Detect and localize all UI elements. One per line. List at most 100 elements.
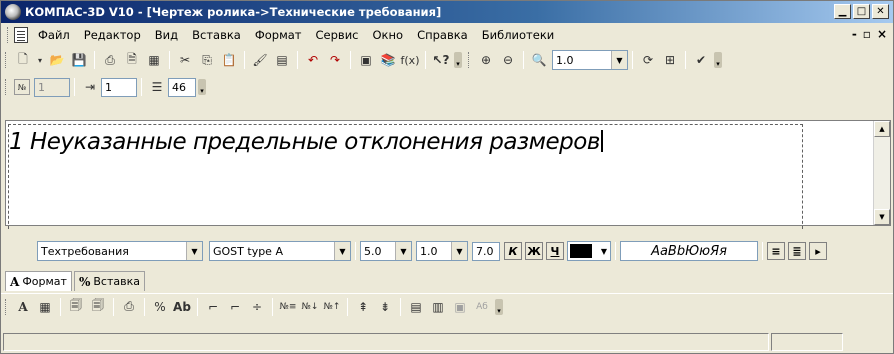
align-left-icon[interactable]: ≡ (767, 242, 785, 260)
lines-field[interactable]: 46 (168, 77, 196, 97)
toolbar-overflow-icon[interactable]: ▾ (198, 79, 206, 95)
text-editor[interactable]: 1 Неуказанные предельные отклонения разм… (5, 120, 891, 229)
menu-view[interactable]: Вид (155, 28, 178, 42)
toolbar-grip[interactable] (468, 52, 471, 68)
menu-window[interactable]: Окно (373, 28, 404, 42)
paste-icon[interactable]: 📋 (220, 51, 238, 69)
tab-insert[interactable]: % Вставка (73, 271, 145, 291)
indent-icon[interactable]: ⇥ (81, 78, 99, 96)
zoom-combo[interactable]: 1.0 ▼ (552, 50, 628, 70)
copy-icon[interactable]: ⎘ (198, 51, 216, 69)
line-spacing-icon[interactable]: ☰ (148, 78, 166, 96)
refresh-icon[interactable]: ⟳ (639, 51, 657, 69)
toolbar-overflow-icon[interactable]: ▾ (454, 52, 462, 68)
new-dropdown-icon[interactable]: ▾ (36, 51, 44, 69)
mdi-restore-button[interactable]: ▫ (863, 27, 871, 41)
title-bar[interactable]: КОМПАС-3D V10 - [Чертеж ролика->Техничес… (1, 1, 893, 23)
toolbar-grip[interactable] (5, 79, 8, 95)
align-more-icon[interactable]: ▸ (809, 242, 827, 260)
resize-grip-icon[interactable] (845, 333, 889, 351)
undo-icon[interactable]: ↶ (304, 51, 322, 69)
mdi-minimize-button[interactable]: - (852, 27, 857, 41)
mdi-close-button[interactable]: × (877, 27, 887, 41)
chevron-down-icon[interactable]: ▼ (334, 242, 350, 260)
properties-icon[interactable]: ▤ (273, 51, 291, 69)
menu-insert[interactable]: Вставка (192, 28, 241, 42)
font-combo[interactable]: GOST type A ▼ (209, 241, 351, 261)
library-icon[interactable]: 📚 (379, 51, 397, 69)
numbering-down-icon[interactable]: №↓ (301, 298, 319, 316)
underline-button[interactable]: Ч (546, 242, 564, 260)
stretch-combo[interactable]: 1.0 ▼ (416, 241, 468, 261)
save-format-icon[interactable]: 🗐 (67, 298, 85, 316)
italic-button[interactable]: К (504, 242, 522, 260)
toolbar-grip[interactable] (5, 298, 8, 315)
color-picker[interactable]: ▼ (567, 241, 611, 261)
formula-icon[interactable]: f(x) (401, 51, 420, 69)
lower-index-icon[interactable]: ⌐ (226, 298, 244, 316)
minimize-button[interactable]: ▁ (834, 4, 851, 19)
tab-format[interactable]: A Формат (5, 271, 72, 291)
number-field[interactable]: 1 (34, 77, 70, 97)
paragraph-down-icon[interactable]: ⇟ (376, 298, 394, 316)
menu-editor[interactable]: Редактор (84, 28, 141, 42)
chevron-down-icon[interactable]: ▼ (601, 247, 607, 256)
size-combo[interactable]: 5.0 ▼ (360, 241, 412, 261)
chevron-down-icon[interactable]: ▼ (451, 242, 467, 260)
number-icon[interactable]: № (14, 79, 30, 95)
text-style-icon[interactable]: A (14, 298, 32, 316)
menu-file[interactable]: Файл (38, 28, 70, 42)
bold-button[interactable]: Ж (525, 242, 543, 260)
zoom-in-icon[interactable]: ⊕ (477, 51, 495, 69)
vertical-scrollbar[interactable]: ▲ ▼ (873, 121, 890, 225)
new-document-icon[interactable]: 🗋 (14, 51, 32, 69)
kompas-app-icon[interactable] (5, 4, 21, 20)
print-format-icon[interactable]: ⎙ (120, 298, 138, 316)
chevron-down-icon[interactable]: ▼ (395, 242, 411, 260)
zoom-scale-icon[interactable]: 🔍 (530, 51, 548, 69)
table-icon[interactable]: ▦ (36, 298, 54, 316)
numbering-up-icon[interactable]: №↑ (323, 298, 341, 316)
cut-icon[interactable]: ✂ (176, 51, 194, 69)
start-field[interactable]: 1 (101, 77, 137, 97)
print-preview-icon[interactable]: 🗎 (123, 51, 141, 69)
paragraph-up-icon[interactable]: ⇞ (354, 298, 372, 316)
redo-icon[interactable]: ↷ (326, 51, 344, 69)
close-button[interactable]: ✕ (872, 4, 889, 19)
page-setup-icon[interactable]: ▦ (145, 51, 163, 69)
menu-libraries[interactable]: Библиотеки (482, 28, 555, 42)
numbering-icon[interactable]: №≡ (279, 298, 297, 316)
toolbar-overflow-icon[interactable]: ▾ (495, 298, 503, 315)
print-icon[interactable]: ⎙ (101, 51, 119, 69)
scroll-up-icon[interactable]: ▲ (874, 121, 890, 137)
show-all-icon[interactable]: ⊞ (661, 51, 679, 69)
editor-text[interactable]: 1 Неуказанные предельные отклонения разм… (9, 129, 603, 155)
chevron-down-icon[interactable]: ▼ (186, 242, 202, 260)
menu-format[interactable]: Формат (255, 28, 302, 42)
upper-index-icon[interactable]: ⌐ (204, 298, 222, 316)
toolbar-grip[interactable] (5, 52, 8, 68)
grid-icon[interactable]: ▤ (407, 298, 425, 316)
zoom-out-icon[interactable]: ⊖ (499, 51, 517, 69)
manager-icon[interactable]: ▣ (357, 51, 375, 69)
spellcheck-icon[interactable]: ✔ (692, 51, 710, 69)
text-format-icon[interactable]: Ab (173, 298, 191, 316)
toolbar-overflow-icon[interactable]: ▾ (714, 52, 722, 68)
open-folder-icon[interactable]: 📂 (48, 51, 66, 69)
fraction-icon[interactable]: ÷ (248, 298, 266, 316)
save-icon[interactable]: 💾 (70, 51, 88, 69)
special-symbol-icon[interactable]: % (151, 298, 169, 316)
document-icon[interactable] (14, 27, 28, 43)
chevron-down-icon[interactable]: ▼ (611, 51, 627, 69)
menu-service[interactable]: Сервис (316, 28, 359, 42)
insert-table-icon[interactable]: ▥ (429, 298, 447, 316)
apply-format-icon[interactable]: 🗐 (89, 298, 107, 316)
maximize-button[interactable]: □ (853, 4, 870, 19)
spacing-field[interactable]: 7.0 (472, 241, 500, 261)
context-help-icon[interactable]: ↖? (432, 51, 450, 69)
scroll-down-icon[interactable]: ▼ (874, 209, 890, 225)
menu-help[interactable]: Справка (417, 28, 468, 42)
toolbar-grip[interactable] (7, 27, 10, 43)
align-center-icon[interactable]: ≣ (788, 242, 806, 260)
format-brush-icon[interactable]: 🖌 (251, 51, 269, 69)
